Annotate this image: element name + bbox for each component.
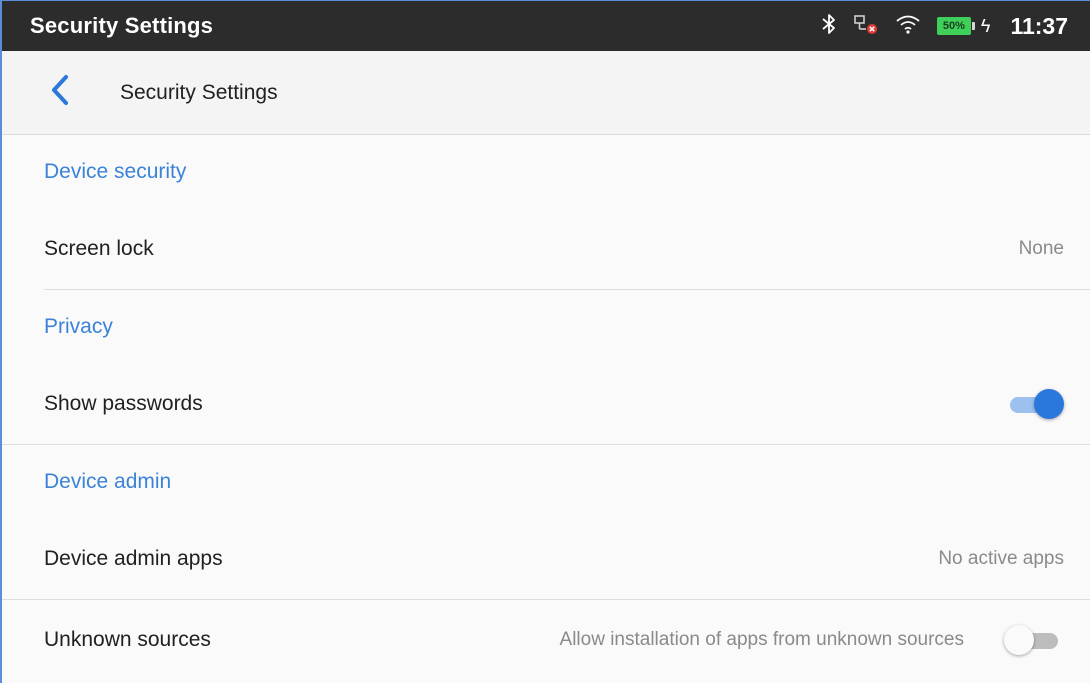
status-bar-clock: 11:37 <box>1010 12 1068 39</box>
wifi-icon <box>895 13 921 40</box>
app-toolbar: Security Settings <box>2 51 1090 135</box>
bluetooth-icon <box>821 13 837 40</box>
battery-icon: 50% <box>936 17 975 35</box>
back-button[interactable] <box>40 73 80 113</box>
show-passwords-label: Show passwords <box>44 392 203 415</box>
status-bar-title: Security Settings <box>30 13 214 38</box>
show-passwords-item[interactable]: Show passwords <box>2 364 1090 444</box>
toggle-thumb <box>1034 389 1064 419</box>
section-header-device-security: Device security <box>44 160 187 183</box>
unknown-sources-toggle[interactable] <box>1004 625 1064 655</box>
section-header-privacy: Privacy <box>44 315 113 338</box>
page-title: Security Settings <box>120 80 278 104</box>
battery-percent: 50% <box>942 20 965 32</box>
status-icons: 50% ϟ 11:37 <box>821 13 1068 40</box>
unknown-sources-right: Allow installation of apps from unknown … <box>560 625 1064 655</box>
status-bar: Security Settings 50% ϟ 11:37 <box>2 1 1090 51</box>
screen-lock-label: Screen lock <box>44 237 154 260</box>
screen-lock-value: None <box>1018 238 1064 259</box>
charging-icon: ϟ <box>980 15 991 36</box>
chevron-left-icon <box>49 74 71 111</box>
unknown-sources-item[interactable]: Unknown sources Allow installation of ap… <box>2 600 1090 680</box>
network-disconnected-icon <box>853 13 879 40</box>
toggle-thumb <box>1004 625 1034 655</box>
device-admin-apps-label: Device admin apps <box>44 547 223 570</box>
unknown-sources-label: Unknown sources <box>44 628 211 651</box>
unknown-sources-summary: Allow installation of apps from unknown … <box>559 629 964 650</box>
settings-screen: Security Settings 50% ϟ 11:37 Security S… <box>0 0 1090 683</box>
section-header-device-admin: Device admin <box>44 470 172 493</box>
device-admin-apps-value: No active apps <box>938 548 1064 569</box>
screen-lock-item[interactable]: Screen lock None <box>2 209 1090 289</box>
device-admin-apps-item[interactable]: Device admin apps No active apps <box>2 519 1090 599</box>
show-passwords-toggle[interactable] <box>1004 389 1064 419</box>
